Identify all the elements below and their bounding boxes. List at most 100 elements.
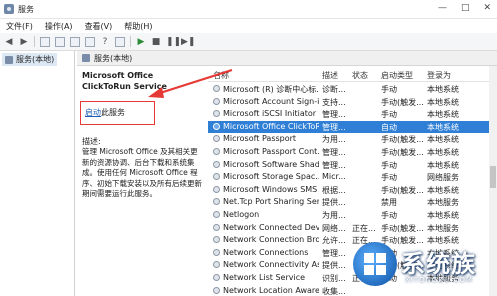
cell-name: Microsoft iSCSI Initiator ... xyxy=(223,109,319,119)
maximize-button[interactable]: □ xyxy=(461,3,470,13)
pause-service-icon[interactable]: ❚❚ xyxy=(166,37,181,47)
service-gear-icon xyxy=(213,85,220,92)
cell-logon-as: 网络服务 xyxy=(427,173,459,183)
start-service-line: 启动此服务 xyxy=(85,107,125,118)
cell-name: Microsoft Software Shad... xyxy=(223,159,319,169)
table-header: 名称 描述 状态 启动类型 登录为 xyxy=(208,66,489,82)
start-service-link[interactable]: 启动 xyxy=(85,108,101,117)
cell-description: 根据... xyxy=(322,185,346,195)
menu-view[interactable]: 查看(V) xyxy=(85,21,113,32)
cell-startup-type: 手动(触发... xyxy=(381,97,424,107)
properties-icon[interactable] xyxy=(55,36,65,47)
service-name-heading: Microsoft Office ClickToRun Service xyxy=(82,71,167,91)
column-header-name[interactable]: 名称 xyxy=(213,70,229,81)
table-row[interactable]: Microsoft Passport Cont... 管理... 手动(触发... 本… xyxy=(208,146,489,158)
cell-description: 为用... xyxy=(322,135,346,145)
service-gear-icon xyxy=(213,236,220,244)
start-service-icon[interactable]: ▶ xyxy=(136,37,146,47)
table-row[interactable]: Network Connected Devi...网络... 正在... 手动(触发… xyxy=(208,222,489,234)
cell-description: 管理... xyxy=(322,248,346,258)
table-row[interactable]: Net.Tcp Port Sharing Ser... 提供... 禁用 本地服务 xyxy=(208,196,489,208)
scrollbar-thumb[interactable] xyxy=(490,166,496,188)
help-icon[interactable]: ? xyxy=(100,37,110,47)
description-label: 描述: xyxy=(82,137,101,146)
cell-startup-type: 手动(触发... xyxy=(381,185,424,195)
table-row[interactable]: Microsoft iSCSI Initiator ... 管理... 手动 本地系统 xyxy=(208,108,489,120)
cell-description: 支持... xyxy=(322,97,346,107)
column-header-description[interactable]: 描述 xyxy=(322,70,338,81)
title-bar: 服务 — □ ✕ xyxy=(0,0,497,19)
navigation-tree: 服务(本地) xyxy=(0,51,75,296)
console-icon[interactable] xyxy=(115,36,125,47)
services-gear-icon xyxy=(82,54,90,62)
column-header-startup-type[interactable]: 启动类型 xyxy=(381,70,413,81)
service-gear-icon xyxy=(213,223,220,231)
table-row[interactable]: Microsoft (R) 诊断中心标... 诊断... 手动 本地系统 xyxy=(208,83,489,95)
cell-logon-as: 本地系统 xyxy=(427,85,459,94)
cell-logon-as: 本地系统 xyxy=(427,148,459,157)
column-header-status[interactable]: 状态 xyxy=(352,70,368,81)
table-row[interactable]: Microsoft Storage Spac... Micr... 手动 网络服务 xyxy=(208,171,489,183)
table-row[interactable]: Microsoft Account Sign-in ...支持... 手动(触发.… xyxy=(208,96,489,108)
cell-description: 收集... xyxy=(322,286,346,296)
watermark-logo: 系统族 XITONGZU.COM xyxy=(353,240,493,294)
cell-description: 管理... xyxy=(322,160,346,170)
cell-description: 为用... xyxy=(322,211,346,220)
minimize-button[interactable]: — xyxy=(438,3,447,13)
toolbar-separator xyxy=(130,36,131,47)
restart-service-icon[interactable]: ▶❚ xyxy=(181,37,195,47)
pane-header: 服务(本地) xyxy=(77,51,497,66)
service-gear-icon xyxy=(213,286,220,294)
description-text: 管理 Microsoft Office 及其相关更新的资源协调、后台下载和系统集… xyxy=(82,147,202,198)
show-tree-icon[interactable] xyxy=(40,36,50,47)
close-button[interactable]: ✕ xyxy=(483,3,491,13)
services-app-icon xyxy=(4,4,14,14)
cell-logon-as: 本地服务 xyxy=(427,223,459,233)
services-gear-icon xyxy=(5,55,13,64)
table-row[interactable]: Netlogon 为用... 手动 本地系统 xyxy=(208,209,489,221)
cell-description: 管理... xyxy=(322,148,346,157)
tree-item-services-local[interactable]: 服务(本地) xyxy=(2,53,58,66)
highlight-box: 启动此服务 xyxy=(80,101,155,125)
cell-startup-type: 手动 xyxy=(381,211,397,220)
cell-status: 正在... xyxy=(352,223,376,233)
table-row[interactable]: Microsoft Passport 为用... 手动(触发... 本地系统 xyxy=(208,133,489,145)
cell-logon-as: 本地系统 xyxy=(427,110,459,120)
cell-logon-as: 本地服务 xyxy=(427,198,459,208)
table-row[interactable]: Microsoft Office ClickToRu...管理... 自动 本地系统 xyxy=(208,120,489,133)
column-header-logon-as[interactable]: 登录为 xyxy=(427,70,451,81)
menu-help[interactable]: 帮助(H) xyxy=(124,21,152,32)
tree-item-label: 服务(本地) xyxy=(16,55,55,64)
service-gear-icon xyxy=(213,211,220,218)
cell-name: Net.Tcp Port Sharing Ser... xyxy=(223,197,319,207)
cell-startup-type: 手动 xyxy=(381,110,397,120)
menu-file[interactable]: 文件(F) xyxy=(6,21,33,32)
cell-logon-as: 本地系统 xyxy=(427,97,459,107)
back-arrow-icon[interactable]: ◀ xyxy=(4,37,14,47)
menu-action[interactable]: 操作(A) xyxy=(45,21,73,32)
cell-startup-type: 手动 xyxy=(381,85,397,94)
service-gear-icon xyxy=(213,198,220,206)
cell-name: Network Connectivity Ass... xyxy=(223,260,319,270)
menu-bar: 文件(F) 操作(A) 查看(V) 帮助(H) xyxy=(0,19,497,33)
service-gear-icon xyxy=(213,261,220,269)
service-gear-icon xyxy=(213,122,220,130)
cell-name: Microsoft (R) 诊断中心标... xyxy=(223,85,319,94)
export-list-icon[interactable] xyxy=(85,36,95,47)
refresh-icon[interactable] xyxy=(70,36,80,47)
cell-startup-type: 手动 xyxy=(381,160,397,170)
start-service-suffix: 此服务 xyxy=(101,108,125,117)
forward-arrow-icon[interactable]: ▶ xyxy=(19,37,29,47)
service-gear-icon xyxy=(213,185,220,193)
cell-logon-as: 本地系统 xyxy=(427,122,459,132)
toolbar: ◀ ▶ ? ▶ ■ ❚❚ ▶❚ xyxy=(0,33,497,51)
stop-service-icon[interactable]: ■ xyxy=(151,37,161,47)
watermark-text: 系统族 xyxy=(401,250,476,278)
table-row[interactable]: Microsoft Software Shad... 管理... 手动 本地系统 xyxy=(208,159,489,171)
cell-name: Netlogon xyxy=(223,210,260,219)
table-row[interactable]: Microsoft Windows SMS ... 根据... 手动(触发... 本地… xyxy=(208,184,489,196)
cell-description: 管理... xyxy=(322,110,346,120)
toolbar-separator xyxy=(34,36,35,47)
cell-startup-type: 禁用 xyxy=(381,198,397,208)
cell-description: 网络... xyxy=(322,223,346,233)
